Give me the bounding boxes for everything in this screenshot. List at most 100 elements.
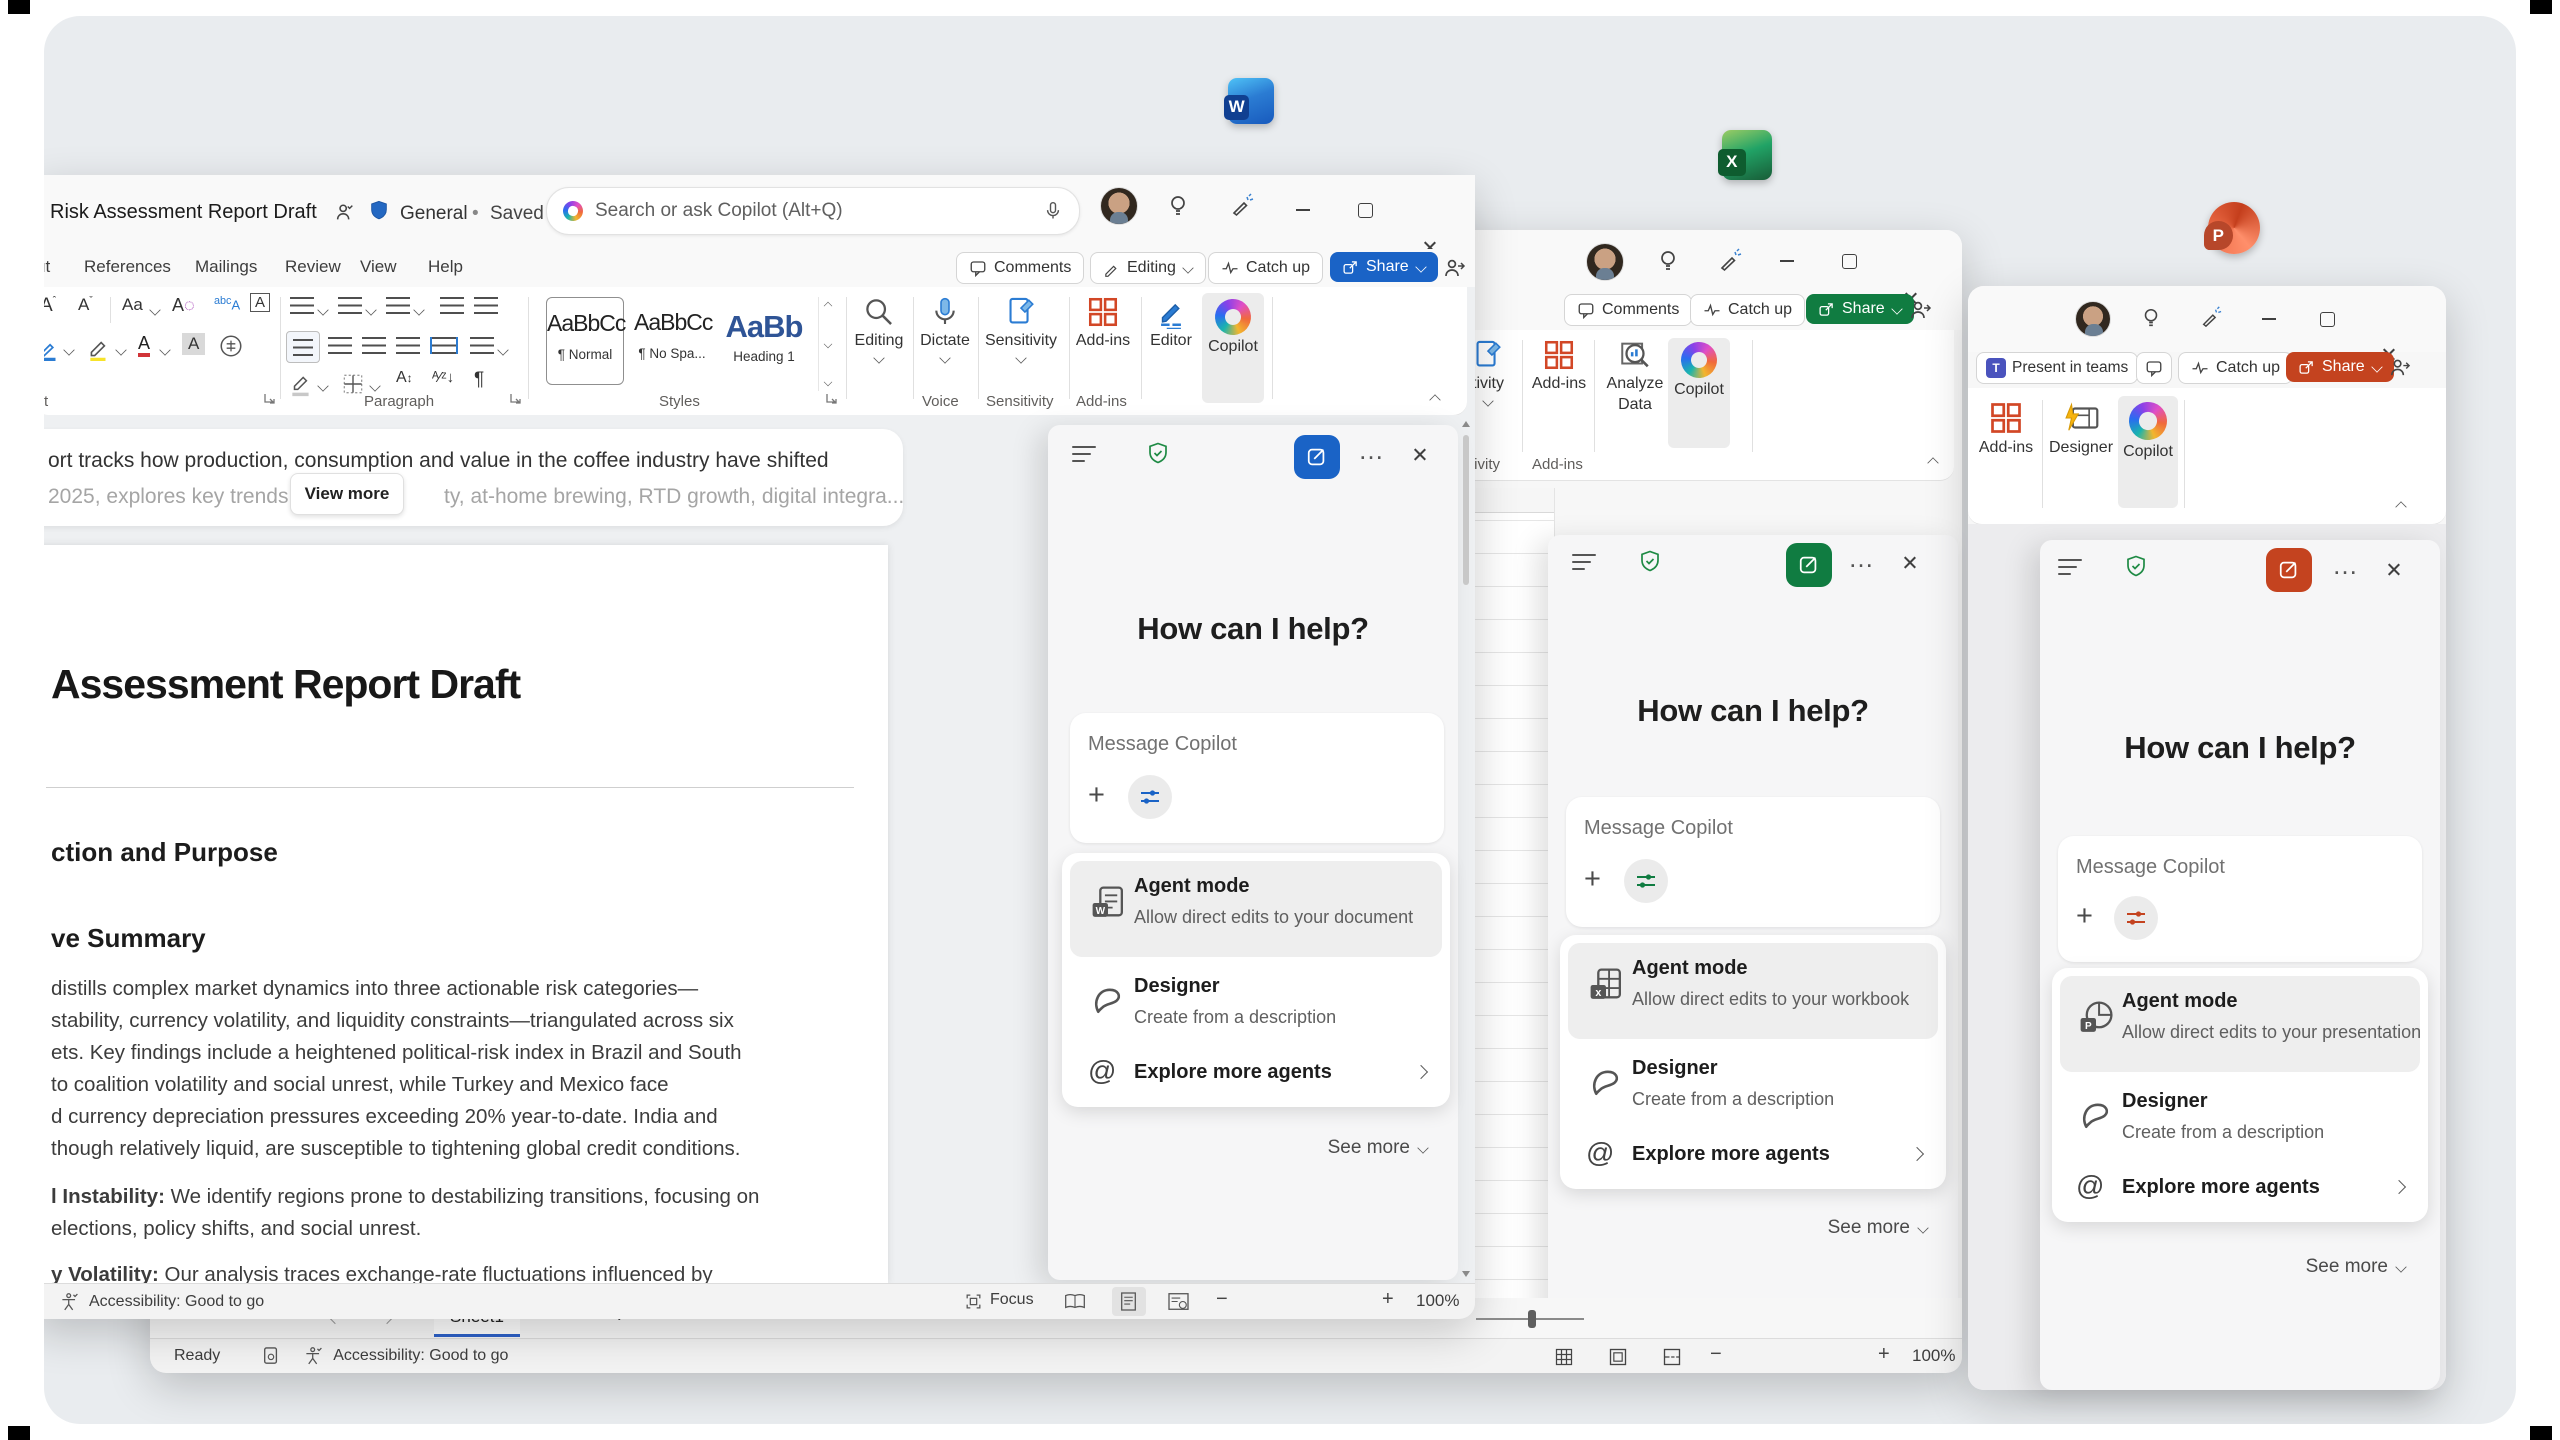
maximize-button[interactable] [1358,203,1373,218]
tab-layout[interactable]: ut [44,257,50,277]
spreadsheet-grid[interactable] [1472,488,1555,1300]
clear-format-icon[interactable]: A◌ [172,295,195,316]
powerpoint-app-icon[interactable]: P [2208,202,2260,254]
minimize-button[interactable] [1780,260,1794,262]
excel-account-avatar[interactable] [1586,243,1624,281]
ribbon-editing-button[interactable]: Editing [847,295,911,363]
collapse-ribbon-chevron[interactable] [1429,394,1440,405]
style-heading1[interactable]: AaBb Heading 1 [722,297,806,383]
multilevel-list-icon[interactable] [386,297,410,314]
new-chat-button[interactable] [2266,548,2312,592]
whats-new-pen-icon[interactable] [2200,306,2222,328]
comments-button[interactable]: Comments [1564,294,1692,326]
page-break-view-icon[interactable] [1662,1347,1682,1367]
ribbon-addins-button[interactable]: Add-ins [1071,295,1135,350]
people-pane-icon[interactable] [1442,256,1466,280]
catch-up-button[interactable]: Catch up [1208,252,1323,284]
zoom-slider[interactable] [1476,1318,1584,1320]
highlight-icon[interactable] [86,335,112,361]
ribbon-designer-button[interactable]: Designer [2046,400,2116,457]
enclose-char-icon[interactable]: A [250,293,270,312]
attach-plus-icon[interactable]: + [2076,906,2093,926]
view-more-button[interactable]: View more [290,473,404,515]
grow-font-icon[interactable]: Aˆ [44,295,56,317]
ribbon-addins-button[interactable]: Add-ins [1527,338,1591,393]
ribbon-sensitivity-button[interactable]: Sensitivity [989,295,1053,363]
zoom-slider-thumb[interactable] [1528,1310,1536,1328]
focus-icon[interactable] [964,1292,983,1311]
justify-icon[interactable] [396,337,420,354]
chevron-down-icon[interactable] [317,304,328,315]
zoom-out-button[interactable]: − [1710,1343,1722,1366]
close-copilot-icon[interactable] [2386,562,2401,577]
ppt-account-avatar[interactable] [2075,301,2111,337]
chevron-down-icon[interactable] [369,380,380,391]
chevron-down-icon[interactable] [317,380,328,391]
ribbon-analyze-data-button[interactable]: Analyze Data [1600,338,1670,414]
chevron-down-icon[interactable] [413,304,424,315]
minimize-button[interactable] [2262,318,2276,320]
read-mode-icon[interactable] [1064,1292,1086,1311]
new-chat-button[interactable] [1294,435,1340,479]
align-right-icon[interactable] [362,337,386,354]
char-border-icon[interactable] [218,333,244,359]
tab-help[interactable]: Help [428,257,463,277]
font-dialog-launcher[interactable] [262,391,276,405]
share-button[interactable]: Share [1806,294,1914,324]
maximize-button[interactable] [2320,312,2335,327]
zoom-in-button[interactable]: + [1382,1288,1394,1311]
catch-up-button[interactable]: Catch up [1690,294,1805,326]
attach-plus-icon[interactable]: + [1088,785,1105,805]
agent-options-button[interactable] [1128,775,1172,819]
word-app-icon[interactable]: W [1228,78,1274,124]
agent-options-button[interactable] [1624,859,1668,903]
doc-status-icon[interactable] [262,1346,280,1366]
chevron-down-icon[interactable] [497,344,508,355]
accessibility-icon[interactable] [60,1292,79,1312]
lightbulb-icon[interactable] [1166,193,1190,219]
see-more-button[interactable]: See more [2306,1256,2406,1278]
editing-mode-button[interactable]: Editing [1090,252,1206,284]
author-icon[interactable] [334,201,356,223]
scrollbar-thumb[interactable] [1463,435,1469,585]
styles-scroll-up[interactable] [824,302,832,310]
scroll-down-arrow[interactable] [1462,1271,1470,1277]
more-options-icon[interactable]: … [2332,550,2360,581]
see-more-button[interactable]: See more [1828,1217,1928,1239]
attach-plus-icon[interactable]: + [1584,869,1601,889]
zoom-in-button[interactable]: + [1878,1343,1890,1366]
text-shading-icon[interactable]: A [182,333,205,355]
bullet-list-icon[interactable] [290,297,314,314]
share-button[interactable]: Share [2286,352,2394,382]
saved-status[interactable]: Saved [490,203,544,225]
chevron-down-icon[interactable] [365,304,376,315]
web-layout-icon[interactable] [1168,1292,1189,1311]
ribbon-addins-button[interactable]: Add-ins [1974,400,2038,457]
maximize-button[interactable] [1842,254,1857,269]
sensitivity-label[interactable]: General [400,203,468,225]
styles-dialog-launcher[interactable] [824,391,838,405]
phonetic-icon[interactable]: abcA [214,295,240,312]
print-layout-icon[interactable] [1120,1292,1137,1311]
pilcrow-icon[interactable]: ¶ [474,369,484,391]
ribbon-copilot-button[interactable]: Copilot [1201,299,1265,356]
page-layout-view-icon[interactable] [1608,1347,1628,1367]
copilot-menu-icon[interactable] [2058,558,2084,578]
shrink-font-icon[interactable]: Aˇ [78,295,93,315]
styles-pane-launcher[interactable] [824,378,832,386]
minimize-button[interactable] [1296,209,1310,211]
chevron-down-icon[interactable] [63,344,74,355]
az-sort-icon[interactable]: ᴬ⁄ᶻ↓ [432,369,454,386]
zoom-level[interactable]: 100% [1912,1346,1955,1366]
tab-mailings[interactable]: Mailings [195,257,257,277]
lightbulb-icon[interactable] [1656,248,1680,274]
comments-button[interactable]: Comments [956,252,1084,284]
ribbon-editor-button[interactable]: Editor [1139,295,1203,350]
chevron-down-icon[interactable] [115,344,126,355]
excel-app-icon[interactable]: X [1722,130,1772,180]
sort-icon[interactable]: A↕ [396,369,413,387]
accessibility-icon[interactable] [304,1346,323,1366]
zoom-out-button[interactable]: − [1216,1288,1228,1311]
close-copilot-icon[interactable] [1412,447,1427,462]
people-pane-icon[interactable] [1908,298,1932,322]
